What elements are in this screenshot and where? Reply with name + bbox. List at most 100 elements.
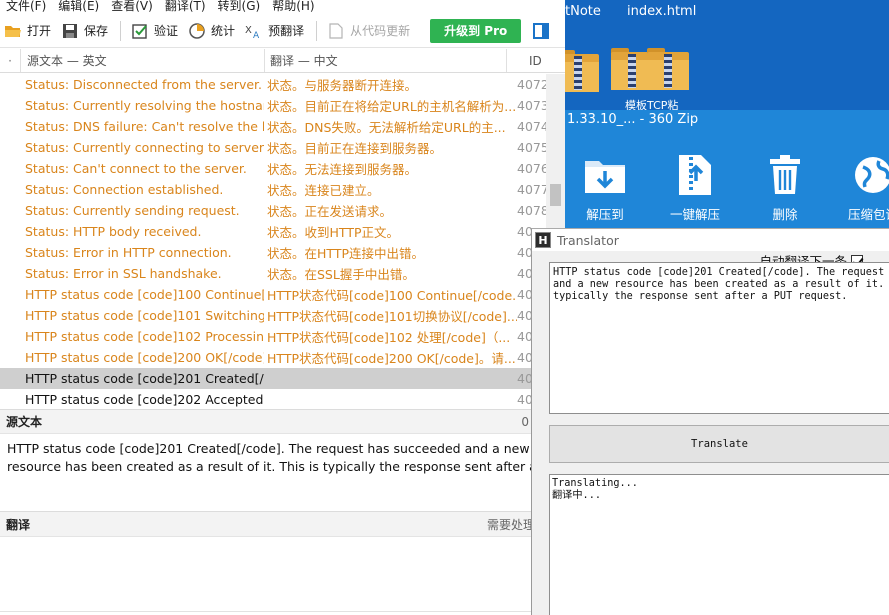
app-h-icon: H xyxy=(535,232,551,248)
translation-panel-title: 翻译 xyxy=(6,517,31,532)
table-row[interactable]: Status: Connection established. 状态。连接已建立。… xyxy=(0,179,546,200)
table-row[interactable]: HTTP status code [code]202 Accepted[... 4… xyxy=(0,389,546,408)
menu-goto[interactable]: 转到(G) xyxy=(212,0,267,14)
table-row[interactable]: Status: Currently connecting to server. 状… xyxy=(0,137,546,158)
translator-output-textarea[interactable]: Translating... 翻译中... xyxy=(549,474,889,615)
stats-button[interactable]: 统计 xyxy=(184,18,239,44)
row-id: 4073 xyxy=(517,98,546,113)
archive-language-label: 压缩包语 xyxy=(847,207,889,222)
translator-window: H Translator 自动翻译下一条 HTTP status code [c… xyxy=(531,228,889,615)
save-icon xyxy=(61,22,79,40)
menu-help[interactable]: 帮助(H) xyxy=(266,0,320,14)
upgrade-pro-button[interactable]: 升级到 Pro xyxy=(430,18,522,43)
list-header: · 源文本 — 英文 翻译 — 中文 ID xyxy=(0,49,565,73)
delete-button[interactable]: 删除 xyxy=(745,152,825,223)
svg-text:X: X xyxy=(245,25,252,36)
source-panel-header: 源文本 0 xyxy=(0,409,565,434)
open-button[interactable]: 打开 xyxy=(0,18,55,44)
row-source: HTTP status code [code]102 Processin... xyxy=(25,329,264,344)
delete-label: 删除 xyxy=(772,207,798,222)
menu-translate[interactable]: 翻译(T) xyxy=(159,0,212,14)
table-row[interactable]: Status: Error in HTTP connection. 状态。在HTT… xyxy=(0,242,546,263)
row-translation: HTTP状态代码[code]101切换协议[/code]... xyxy=(267,309,517,324)
row-translation: 状态。收到HTTP正文。 xyxy=(267,225,399,240)
row-id: 4074 xyxy=(517,119,546,134)
zip-folder-icon[interactable] xyxy=(647,46,689,90)
zip-file-icon xyxy=(673,152,717,198)
table-row[interactable]: Status: Currently resolving the hostnam.… xyxy=(0,95,546,116)
table-row[interactable]: Status: Disconnected from the server. 状态。… xyxy=(0,74,546,95)
row-translation: HTTP状态代码[code]200 OK[/code]。请... xyxy=(267,351,516,366)
open-label: 打开 xyxy=(27,24,52,38)
row-source: Status: Error in SSL handshake. xyxy=(25,266,222,281)
translate-icon: XA xyxy=(245,22,263,40)
translator-title-bar[interactable]: H Translator xyxy=(532,229,889,251)
extract-to-button[interactable]: 解压到 xyxy=(565,152,645,223)
one-click-extract-label: 一键解压 xyxy=(669,207,720,222)
row-translation: 状态。目前正在连接到服务器。 xyxy=(267,141,443,156)
column-status[interactable]: · xyxy=(0,54,20,68)
update-from-code-button[interactable]: 从代码更新 xyxy=(323,18,414,44)
table-row-selected[interactable]: HTTP status code [code]201 Created[/... 4… xyxy=(0,368,546,389)
pretranslate-button[interactable]: XA 预翻译 xyxy=(241,18,308,44)
pie-chart-icon xyxy=(188,22,206,40)
desktop-label: 模板TCP粘 xyxy=(625,99,679,110)
table-row[interactable]: Status: HTTP body received. 状态。收到HTTP正文。 4… xyxy=(0,221,546,242)
translate-button[interactable]: Translate xyxy=(549,425,889,463)
scrollbar-thumb[interactable] xyxy=(550,184,561,206)
menu-bar: 文件(F) 编辑(E) 查看(V) 翻译(T) 转到(G) 帮助(H) xyxy=(0,0,565,14)
row-source: Status: Currently resolving the hostnam.… xyxy=(25,98,264,113)
source-panel-title: 源文本 xyxy=(6,415,43,429)
table-row[interactable]: HTTP status code [code]100 Continue[/...… xyxy=(0,284,546,305)
row-id: 4075 xyxy=(517,140,546,155)
table-row[interactable]: HTTP status code [code]200 OK[/code]... H… xyxy=(0,347,546,368)
row-source: Status: HTTP body received. xyxy=(25,224,202,239)
column-source[interactable]: 源文本 — 英文 xyxy=(20,49,264,72)
translator-title: Translator xyxy=(557,232,619,248)
row-translation: 状态。在HTTP连接中出错。 xyxy=(267,246,424,261)
validate-label: 验证 xyxy=(154,24,179,38)
table-row[interactable]: Status: DNS failure: Can't resolve the h… xyxy=(0,116,546,137)
table-row[interactable]: Status: Error in SSL handshake. 状态。在SSL握手… xyxy=(0,263,546,284)
folder-download-icon xyxy=(583,152,627,198)
desktop-label: tNote xyxy=(565,4,601,19)
table-row[interactable]: Status: Currently sending request. 状态。正在发… xyxy=(0,200,546,221)
sidebar-toggle-icon[interactable] xyxy=(533,22,550,39)
table-row[interactable]: Status: Can't connect to the server. 状态。无… xyxy=(0,158,546,179)
checkbox-check-icon xyxy=(131,22,149,40)
source-char-count: 0 xyxy=(521,414,529,429)
save-button[interactable]: 保存 xyxy=(57,18,112,44)
menu-edit[interactable]: 编辑(E) xyxy=(52,0,105,14)
row-translation: 状态。与服务器断开连接。 xyxy=(267,78,418,93)
zip-window-title: 1.33.10_... - 360 Zip xyxy=(567,112,699,127)
translator-source-textarea[interactable]: HTTP status code [code]201 Created[/code… xyxy=(549,262,889,414)
validate-button[interactable]: 验证 xyxy=(127,18,182,44)
row-source: Status: DNS failure: Can't resolve the h… xyxy=(25,119,264,134)
row-source: HTTP status code [code]201 Created[/... xyxy=(25,371,264,386)
trash-icon xyxy=(763,152,807,198)
globe-icon xyxy=(851,152,889,198)
row-translation: HTTP状态代码[code]102 处理[/code]（... xyxy=(267,330,511,345)
menu-view[interactable]: 查看(V) xyxy=(105,0,159,14)
column-translation[interactable]: 翻译 — 中文 xyxy=(264,49,506,72)
archive-language-button[interactable]: 压缩包语 xyxy=(833,152,889,223)
folder-open-icon xyxy=(4,22,22,40)
desktop-label: index.html xyxy=(627,4,697,19)
row-translation: 状态。连接已建立。 xyxy=(267,183,380,198)
one-click-extract-button[interactable]: 一键解压 xyxy=(655,152,735,223)
svg-text:A: A xyxy=(253,31,260,39)
table-row[interactable]: HTTP status code [code]102 Processin... H… xyxy=(0,326,546,347)
zip-folder-icon[interactable] xyxy=(565,48,599,92)
row-source: HTTP status code [code]202 Accepted[... xyxy=(25,392,264,407)
table-row[interactable]: HTTP status code [code]101 Switching ...… xyxy=(0,305,546,326)
row-source: HTTP status code [code]101 Switching ... xyxy=(25,308,264,323)
translation-input[interactable] xyxy=(0,538,565,615)
column-id[interactable]: ID xyxy=(506,49,565,72)
source-text: HTTP status code [code]201 Created[/code… xyxy=(7,441,537,480)
extract-to-label: 解压到 xyxy=(586,207,624,222)
poedit-window: 文件(F) 编辑(E) 查看(V) 翻译(T) 转到(G) 帮助(H) 打开 保… xyxy=(0,0,565,615)
row-source: Status: Currently sending request. xyxy=(25,203,240,218)
row-translation: 状态。正在发送请求。 xyxy=(267,204,393,219)
row-source: Status: Connection established. xyxy=(25,182,224,197)
menu-file[interactable]: 文件(F) xyxy=(0,0,52,14)
